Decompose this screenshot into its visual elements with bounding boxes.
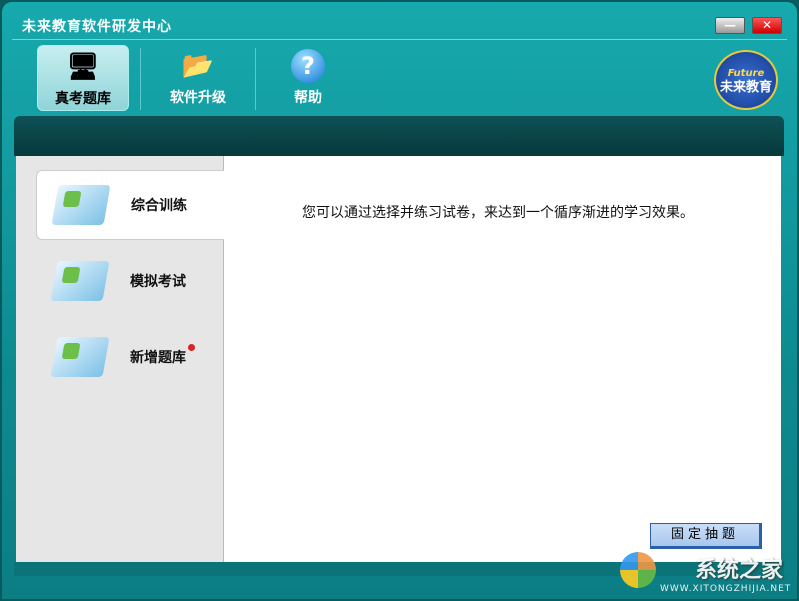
books-icon <box>51 185 111 225</box>
watermark-url: WWW.XITONGZHIJIA.NET <box>660 584 792 594</box>
close-button[interactable]: ✕ <box>752 17 782 34</box>
sidebar-item-label: 新增题库 <box>130 350 186 366</box>
toolbar-help[interactable]: ? 帮助 <box>262 45 354 111</box>
future-education-logo: Future 未来教育 <box>714 50 778 110</box>
divider <box>140 48 141 110</box>
divider <box>12 39 787 40</box>
computer-icon: 🖥 <box>66 52 100 82</box>
content-panel: 您可以通过选择并练习试卷，来达到一个循序渐进的学习效果。 <box>224 156 781 562</box>
window-title: 未来教育软件研发中心 <box>22 19 172 35</box>
sidebar: 综合训练 模拟考试 新增题库 <box>16 156 224 562</box>
sidebar-item-comprehensive-training[interactable]: 综合训练 <box>36 170 224 240</box>
help-icon: ? <box>262 45 354 87</box>
sidebar-item-label: 综合训练 <box>131 198 187 214</box>
sidebar-item-mock-exam[interactable]: 模拟考试 <box>36 246 224 316</box>
fixed-draw-button[interactable]: 固定抽题 <box>650 523 762 549</box>
description-text: 您可以通过选择并练习试卷，来达到一个循序渐进的学习效果。 <box>302 205 694 221</box>
toolbar-question-bank[interactable]: 🖥 真考题库 <box>37 45 129 111</box>
windows-logo-icon <box>620 552 656 588</box>
laptop-icon <box>50 261 110 301</box>
header-bar <box>14 116 784 156</box>
disc-icon <box>50 337 110 377</box>
divider <box>255 48 256 110</box>
sidebar-item-new-questions[interactable]: 新增题库 <box>36 322 224 392</box>
toolbar-label: 帮助 <box>294 90 322 106</box>
new-badge <box>188 343 195 351</box>
toolbar-software-upgrade[interactable]: 📂 软件升级 <box>152 45 244 111</box>
sidebar-item-label: 模拟考试 <box>130 274 186 290</box>
watermark: 系统之家 WWW.XITONGZHIJIA.NET <box>620 548 795 598</box>
watermark-text: 系统之家 <box>695 558 784 583</box>
folder-gear-icon: 📂 <box>181 51 215 81</box>
toolbar-label: 软件升级 <box>170 90 226 106</box>
toolbar-label: 真考题库 <box>55 91 111 107</box>
minimize-button[interactable]: — <box>715 17 745 34</box>
